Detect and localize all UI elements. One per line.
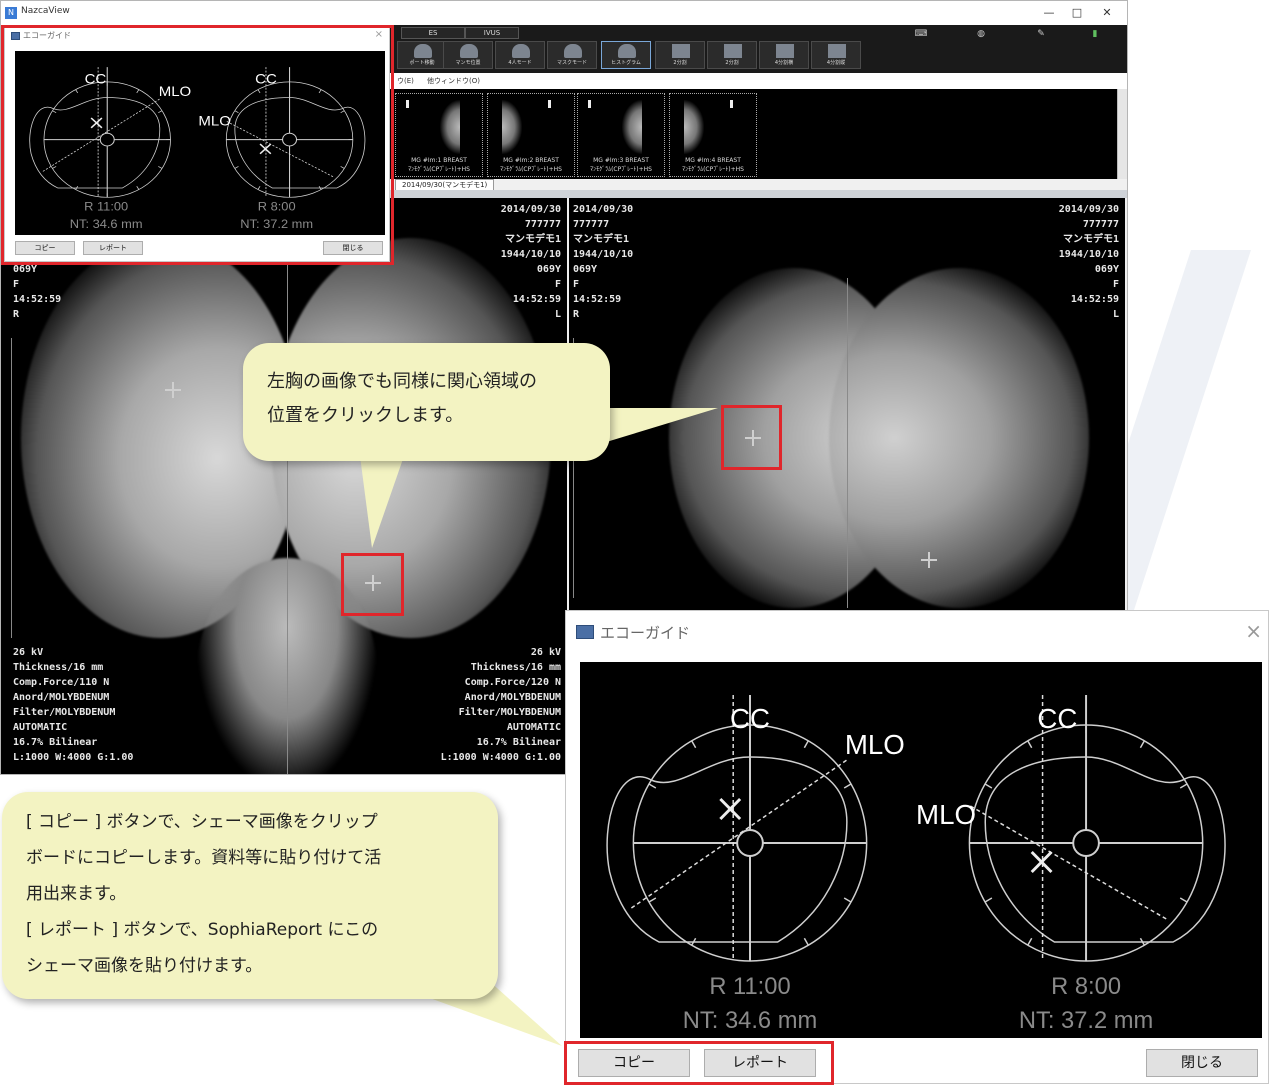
instruction-callout-bottom: [ コピー ] ボタンで、シェーマ画像をクリップ ボードにコピーします。資料等に… bbox=[2, 792, 498, 999]
callout-pointer-top-down bbox=[360, 456, 404, 548]
instruction-callout-top: 左胸の画像でも同様に関心領域の 位置をクリックします。 bbox=[243, 343, 610, 461]
callout-text-top: 左胸の画像でも同様に関心領域の 位置をクリックします。 bbox=[267, 371, 537, 426]
callout-text-bottom: [ コピー ] ボタンで、シェーマ画像をクリップ ボードにコピーします。資料等に… bbox=[26, 812, 382, 976]
